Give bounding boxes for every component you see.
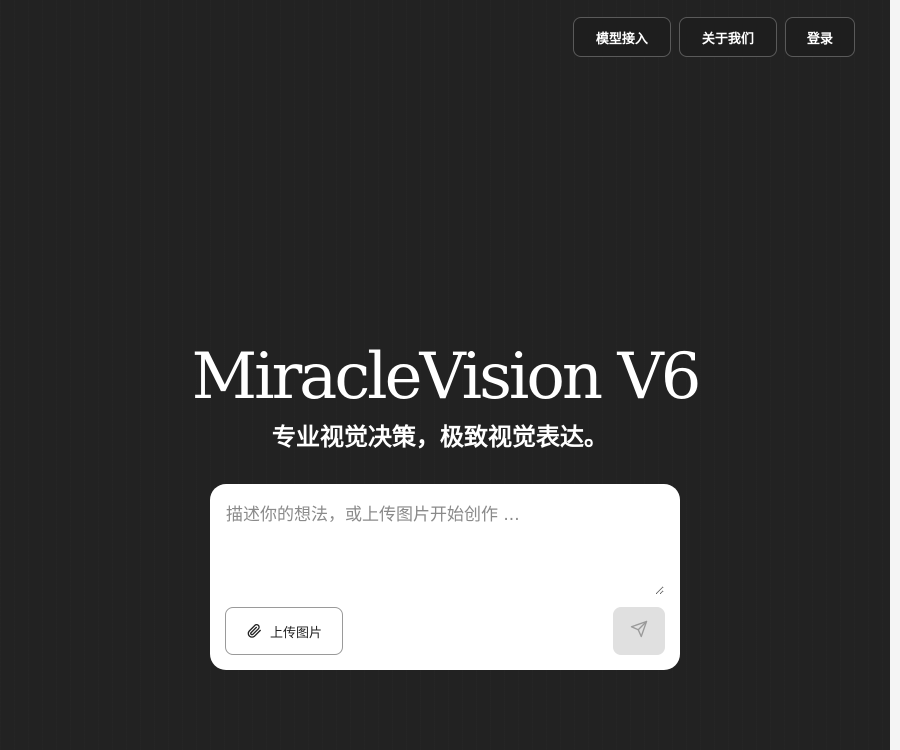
hero-subtitle: 专业视觉决策，极致视觉表达。 [272, 423, 608, 451]
upload-image-label: 上传图片 [269, 625, 322, 641]
send-button[interactable] [613, 607, 665, 655]
model-access-button[interactable]: 模型接入 [573, 17, 671, 57]
paperclip-icon [246, 623, 262, 639]
hero-title: MiracleVision V6 [191, 340, 702, 414]
about-us-button[interactable]: 关于我们 [679, 17, 777, 57]
prompt-composer: 上传图片 [210, 484, 680, 670]
login-button[interactable]: 登录 [785, 17, 855, 57]
prompt-input[interactable] [226, 500, 664, 595]
top-nav: 模型接入 关于我们 登录 [573, 17, 855, 57]
send-icon [630, 620, 648, 642]
scrollbar-track [890, 0, 900, 750]
upload-image-button[interactable]: 上传图片 [225, 607, 343, 655]
